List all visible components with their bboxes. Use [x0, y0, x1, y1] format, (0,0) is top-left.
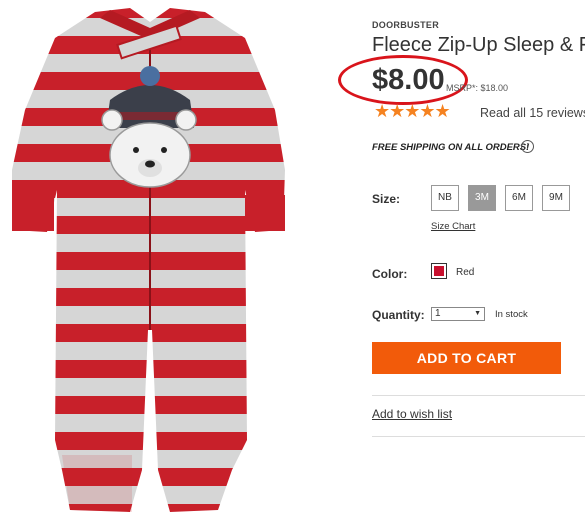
color-label: Color: [372, 267, 408, 281]
swatch-fill [434, 266, 444, 276]
free-shipping-text: FREE SHIPPING ON ALL ORDERS! [372, 142, 530, 153]
quantity-select[interactable]: 1 ▼ [431, 307, 485, 321]
product-price: $8.00 [372, 64, 445, 96]
divider [372, 395, 585, 396]
color-swatch-red[interactable] [431, 263, 447, 279]
rating-stars-icon: ★★★★★ [374, 101, 451, 121]
divider [372, 436, 585, 437]
chevron-down-icon: ▼ [474, 310, 481, 317]
quantity-label: Quantity: [372, 308, 425, 322]
size-chart-link[interactable]: Size Chart [431, 221, 475, 232]
size-option-nb[interactable]: NB [431, 185, 459, 211]
quantity-value: 1 [435, 308, 441, 319]
size-label: Size: [372, 192, 401, 206]
size-option-9m[interactable]: 9M [542, 185, 570, 211]
size-option-6m[interactable]: 6M [505, 185, 533, 211]
doorbuster-label: DOORBUSTER [372, 20, 440, 30]
color-name: Red [456, 267, 475, 278]
product-image [12, 8, 285, 512]
stock-status: In stock [495, 309, 528, 320]
read-reviews-link[interactable]: Read all 15 reviews [480, 106, 585, 120]
add-to-cart-button[interactable]: ADD TO CART [372, 342, 561, 374]
msrp-price: MSRP*: $18.00 [446, 83, 509, 93]
size-option-3m[interactable]: 3M [468, 185, 496, 211]
product-info-panel: DOORBUSTER Fleece Zip-Up Sleep & F $8.00… [338, 0, 585, 525]
info-icon[interactable]: i [521, 140, 534, 153]
add-to-wish-list-link[interactable]: Add to wish list [372, 407, 452, 421]
product-title: Fleece Zip-Up Sleep & F [372, 34, 585, 56]
